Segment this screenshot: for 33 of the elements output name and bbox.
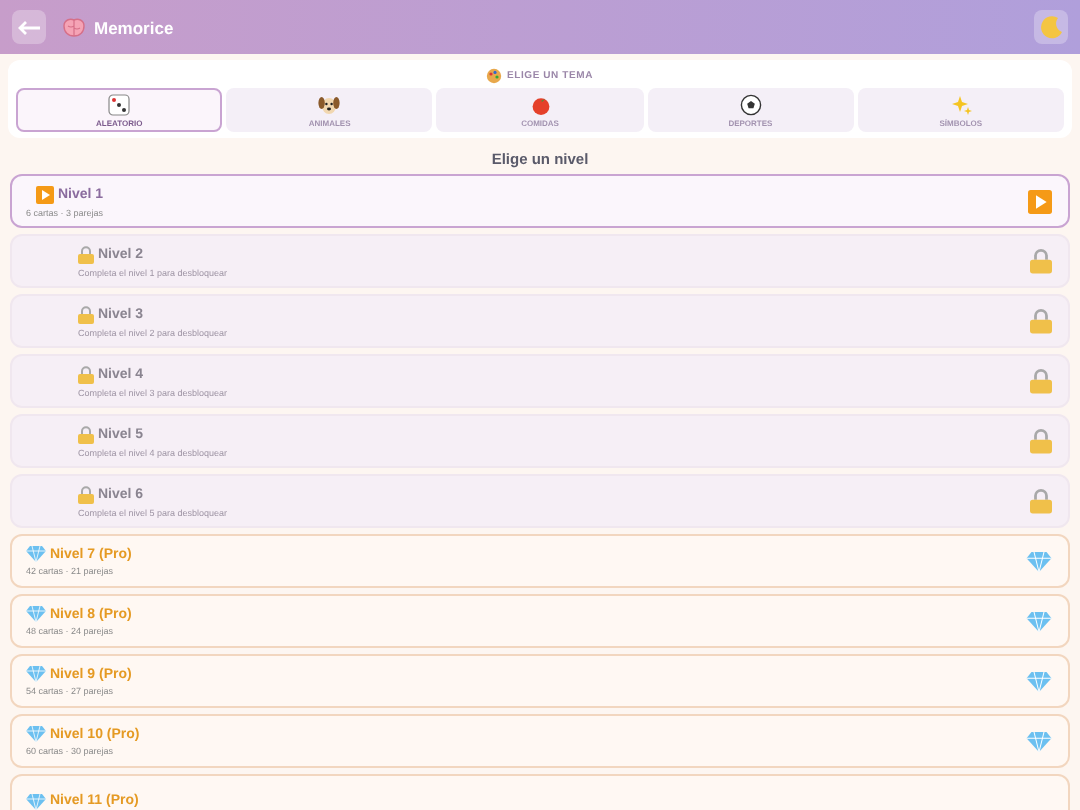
lock-icon [1030,308,1052,334]
sparkles-icon [949,93,972,115]
diamond-icon [1026,551,1052,571]
lock-icon [78,485,94,503]
tomato-icon [529,93,551,115]
diamond-icon [26,793,46,809]
app-title: Memorice [94,17,174,37]
lock-icon [1030,488,1052,514]
moon-icon [1039,15,1063,39]
diamond-icon [26,546,46,562]
dog-icon [318,93,341,115]
back-button[interactable] [12,10,46,44]
lock-icon [78,425,94,443]
diamond-icon [26,726,46,742]
theme-toggle-button[interactable] [1034,10,1068,44]
lock-icon [1030,368,1052,394]
diamond-icon [1026,611,1052,631]
lock-icon [78,365,94,383]
palette-icon [486,68,503,84]
play-icon [1028,189,1052,213]
play-icon [36,185,54,203]
diamond-icon [26,666,46,682]
diamond-icon [26,606,46,622]
diamond-icon [1026,671,1052,691]
brain-icon [62,17,86,37]
lock-icon [1030,248,1052,274]
lock-icon [1030,428,1052,454]
lock-icon [78,305,94,323]
lock-icon [78,245,94,263]
diamond-icon [1026,731,1052,751]
soccer-ball-icon [739,93,762,115]
dice-icon [108,93,131,115]
back-arrow-icon [17,19,41,35]
